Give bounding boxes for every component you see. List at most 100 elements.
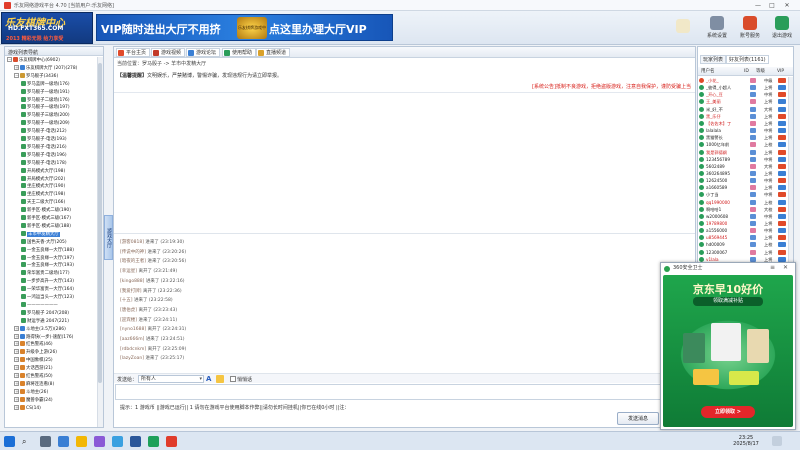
tree-node[interactable]: ＋ 魔兽争霸(24) bbox=[14, 396, 53, 405]
store-icon[interactable] bbox=[94, 436, 105, 447]
tree-node[interactable]: 一荣华富贵一大厅(164) bbox=[21, 286, 74, 294]
tree-node[interactable]: 罗马骰子·电话(178) bbox=[21, 159, 67, 168]
tree-node[interactable]: 国色天香·大厅(205) bbox=[21, 238, 67, 247]
tree-node[interactable]: 罗马骰子一级场(209) bbox=[21, 120, 70, 128]
private-checkbox[interactable] bbox=[230, 376, 236, 382]
start-icon[interactable] bbox=[4, 436, 15, 447]
chat-user[interactable]: [kingo888] bbox=[120, 279, 144, 284]
user-row[interactable]: hd00009 上校 bbox=[698, 241, 788, 248]
user-row[interactable]: u8569445 上将 bbox=[698, 234, 788, 241]
chat-input[interactable] bbox=[115, 384, 694, 400]
chat-user[interactable]: [唐伯虎] bbox=[120, 308, 137, 313]
account-service-button[interactable]: 账号服务 bbox=[736, 16, 764, 46]
popup-close-icon[interactable]: ✕ bbox=[783, 264, 788, 271]
folder-icon[interactable] bbox=[76, 436, 87, 447]
tree-node[interactable]: ——————— bbox=[21, 301, 58, 310]
user-row[interactable]: 【佐佐木】丁 上将 bbox=[698, 120, 788, 127]
tree-node[interactable]: ＋ CS(14) bbox=[14, 404, 41, 413]
tab-home[interactable]: 平台主页 bbox=[116, 48, 151, 57]
task-view-icon[interactable] bbox=[40, 436, 51, 447]
tree-node[interactable]: ＋ 斗地主(26) bbox=[14, 388, 48, 397]
expand-toggle-icon[interactable]: ＋ bbox=[14, 349, 19, 355]
sidebar-scroll-thumb[interactable] bbox=[98, 63, 102, 383]
chat-user[interactable]: [游客0818] bbox=[120, 240, 144, 245]
user-row[interactable]: 小丁当 中将 bbox=[698, 191, 788, 198]
settings-button[interactable]: 系统设置 bbox=[703, 16, 731, 46]
tree-node[interactable]: － 罗马骰子(3436) bbox=[14, 72, 58, 81]
user-row[interactable]: w2000608 中将 bbox=[698, 213, 788, 220]
tree-node[interactable]: ＋ 乐友棋牌大厅 (207)(278) bbox=[14, 64, 77, 73]
user-row[interactable]: a1556000 中将 bbox=[698, 227, 788, 234]
tree-node[interactable]: 财运亨通 2047(221) bbox=[21, 317, 69, 326]
user-row[interactable]: 12624500 中将 bbox=[698, 177, 788, 184]
send-button[interactable]: 发送消息 bbox=[617, 412, 659, 425]
tree-node[interactable]: 开局模式大厅(202) bbox=[21, 175, 65, 184]
tree-node[interactable]: 天王二级大厅(166) bbox=[21, 199, 65, 207]
tab-live[interactable]: 直播频道 bbox=[256, 48, 291, 57]
user-row[interactable]: _彼得_小超人 上将 bbox=[698, 84, 788, 91]
expand-toggle-icon[interactable]: － bbox=[7, 57, 12, 62]
tree-node[interactable]: 羊市中发精大厅 bbox=[21, 230, 60, 239]
tree-node[interactable]: ＋ 大话西游(21) bbox=[14, 365, 53, 373]
maximize-button[interactable]: □ bbox=[766, 1, 778, 10]
edge-icon[interactable] bbox=[58, 436, 69, 447]
emoji-icon[interactable] bbox=[216, 375, 224, 383]
tab-player-list[interactable]: 玩家列表 bbox=[700, 55, 727, 64]
tree-node[interactable]: ＋ 中国象棋(25) bbox=[14, 357, 53, 365]
chat-user[interactable]: [aaz666m] bbox=[120, 337, 144, 342]
user-row[interactable]: 啊哈哈1 大校 bbox=[698, 206, 788, 213]
tree-node[interactable]: 新手区·模式三级(188) bbox=[21, 222, 71, 231]
col-id[interactable]: ID bbox=[744, 67, 749, 76]
expand-toggle-icon[interactable]: ＋ bbox=[14, 365, 19, 371]
tab-forum[interactable]: 游戏论坛 bbox=[186, 48, 221, 57]
tree-node[interactable]: 罗马骰子二级场(176) bbox=[21, 96, 70, 105]
user-row[interactable]: qq1990000 上校 bbox=[698, 199, 788, 206]
tree-node[interactable]: 罗马骰子·电话(193) bbox=[21, 136, 67, 144]
expand-toggle-icon[interactable]: － bbox=[14, 72, 19, 78]
user-row[interactable]: 米_好_不 大将 bbox=[698, 106, 788, 113]
col-vip[interactable]: VIP bbox=[777, 67, 784, 76]
col-username[interactable]: 用户名 bbox=[701, 67, 715, 76]
chat-user[interactable]: [nyno1688] bbox=[120, 327, 146, 332]
expand-toggle-icon[interactable]: ＋ bbox=[14, 325, 19, 331]
clock[interactable]: 23:25 2025/8/17 bbox=[724, 435, 768, 447]
mail-icon[interactable] bbox=[112, 436, 123, 447]
user-row[interactable]: 黑_乐仔 上将 bbox=[698, 113, 788, 120]
expand-toggle-icon[interactable]: ＋ bbox=[14, 380, 19, 386]
tab-help[interactable]: 使用帮助 bbox=[222, 48, 257, 57]
close-button[interactable]: ✕ bbox=[781, 1, 793, 10]
chat-user[interactable]: [传说中的神] bbox=[120, 250, 146, 255]
ad-claim-button[interactable]: 立即领取 > bbox=[701, 406, 755, 418]
chat-user[interactable]: [lazyZoan] bbox=[120, 356, 144, 361]
expand-toggle-icon[interactable]: ＋ bbox=[14, 357, 19, 363]
expand-toggle-icon[interactable]: ＋ bbox=[14, 341, 19, 347]
tree-node[interactable]: 一鸿运当头一大厅(123) bbox=[21, 294, 74, 302]
tree-node[interactable]: 新手区·模式二级(190) bbox=[21, 207, 71, 215]
user-row[interactable]: 我是郭德纲 上将 bbox=[698, 149, 788, 156]
wechat-icon[interactable] bbox=[148, 436, 159, 447]
user-row[interactable]: 123456789 中将 bbox=[698, 156, 788, 163]
user-row[interactable]: lalalala 中将 bbox=[698, 127, 788, 134]
game-app-icon[interactable] bbox=[166, 436, 177, 447]
tree-node[interactable]: 新手区·模式三级(167) bbox=[21, 215, 71, 223]
tree-node[interactable]: 罗马骰子·电话(196) bbox=[21, 151, 67, 160]
user-row[interactable]: 1000亿年前 上校 bbox=[698, 141, 788, 148]
chat-user[interactable]: [幸运星] bbox=[120, 269, 137, 274]
game-hall-tab[interactable]: 游戏大厅 bbox=[104, 215, 113, 260]
tree-node[interactable]: 坐庄模式大厅(190) bbox=[21, 183, 65, 191]
vip-banner[interactable]: VIP随时进出大厅不用挤 乐友棋牌游戏中心 点这里办理大厅VIP bbox=[96, 14, 393, 52]
word-icon[interactable] bbox=[130, 436, 141, 447]
notification-icon[interactable] bbox=[772, 436, 782, 446]
tree-node[interactable]: ＋ 斗地主(3.5万)(286) bbox=[14, 325, 66, 334]
search-icon[interactable]: ⌕ bbox=[22, 436, 33, 447]
tree-node[interactable]: 一步步高升一大厅(143) bbox=[21, 278, 74, 286]
tree-node[interactable]: 坐庄模式大厅(198) bbox=[21, 191, 65, 199]
expand-toggle-icon[interactable]: ＋ bbox=[14, 373, 19, 378]
user-row[interactable]: 12300067 上将 bbox=[698, 249, 788, 256]
user-row[interactable]: _小花_ 中级 bbox=[698, 77, 788, 84]
tree-node[interactable]: ＋ 红色警戒(50) bbox=[14, 373, 53, 381]
recipient-select[interactable]: 所有人 ▾ bbox=[138, 375, 204, 383]
tree-node[interactable]: ＋ 升级争上游(26) bbox=[14, 349, 57, 357]
user-row[interactable]: 360264895 上将 bbox=[698, 170, 788, 177]
tree-node[interactable]: 罗马骰子·电话(216) bbox=[21, 143, 67, 152]
